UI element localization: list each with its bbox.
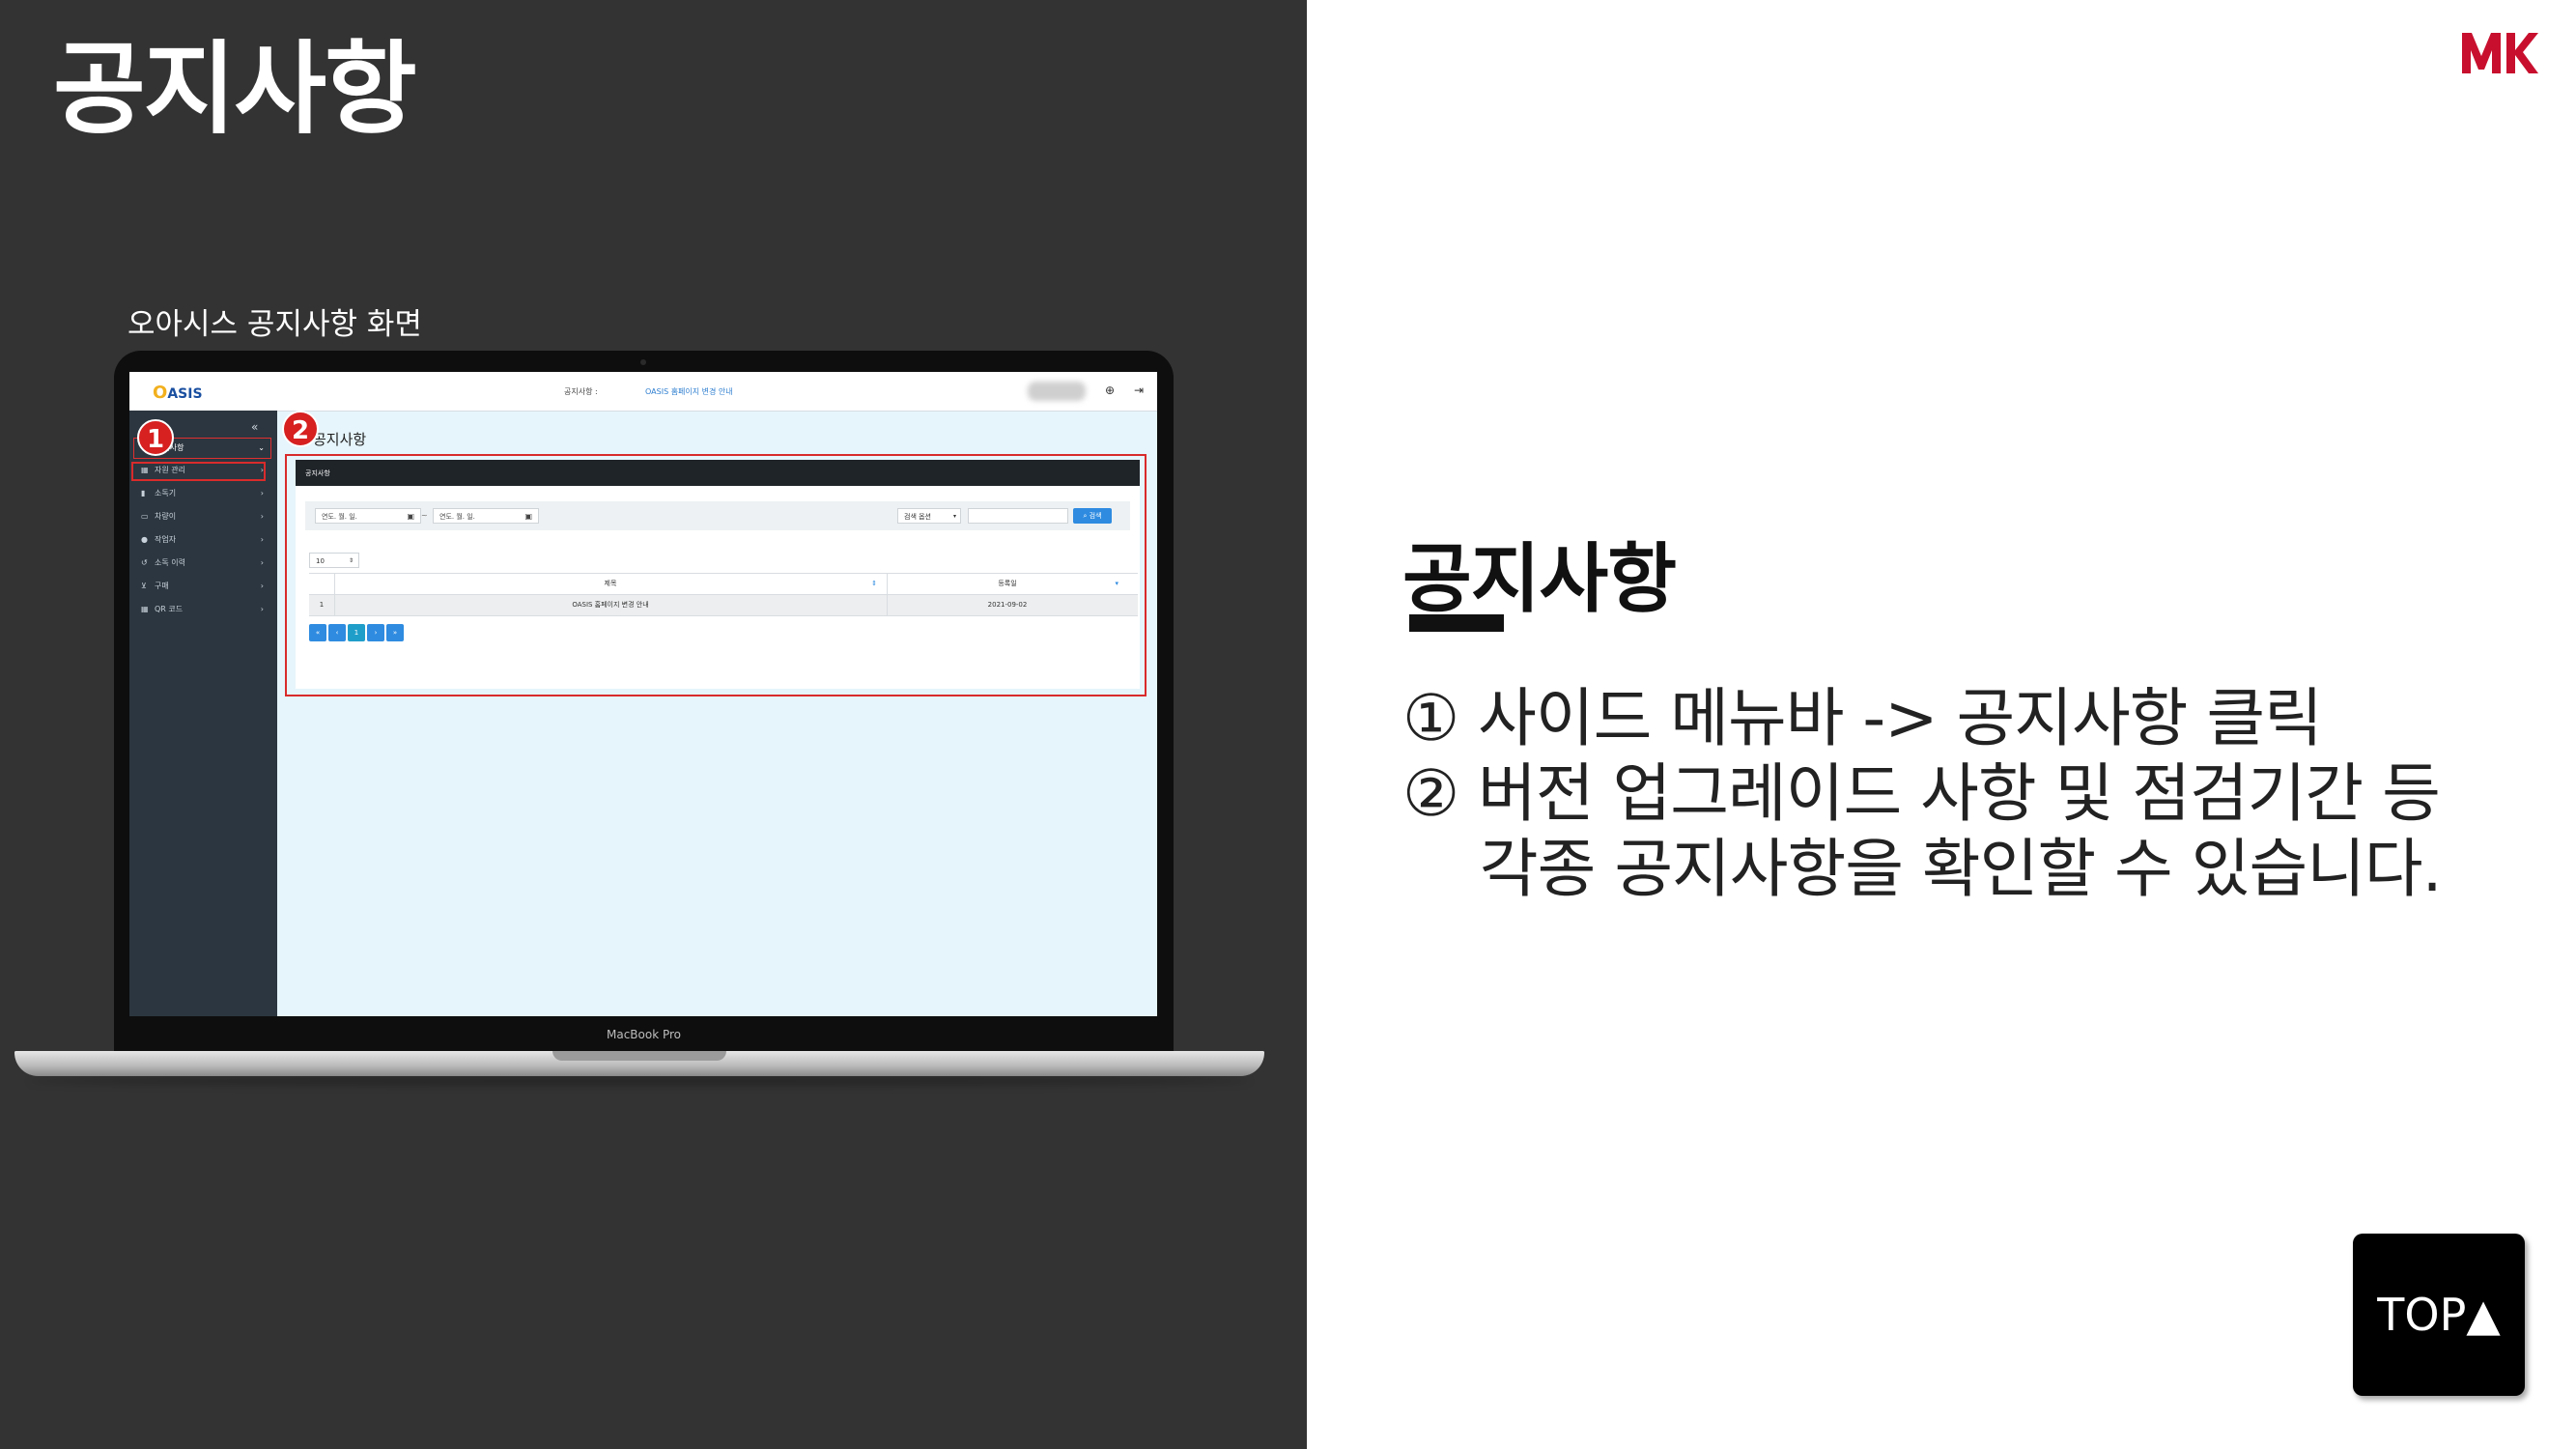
app-topbar: OASIS 공지사항 : OASIS 홈페이지 변경 안내 ⊕ ⇥ (129, 372, 1157, 412)
sidebar-item-purchase[interactable]: ⊻ 구매 › (133, 577, 269, 596)
content-title: 공지사항 (313, 431, 367, 448)
notice-ticker-label: 공지사항 : (564, 387, 598, 396)
section-underline (1409, 614, 1504, 632)
qr-icon: ▦ (141, 605, 149, 613)
globe-icon[interactable]: ⊕ (1105, 384, 1115, 397)
double-chevron-left-icon[interactable]: « (251, 420, 258, 434)
chevron-down-icon: ⌄ (258, 443, 265, 452)
highlight-box-content (285, 454, 1146, 696)
history-icon: ↺ (141, 558, 148, 567)
notice-ticker-link[interactable]: OASIS 홈페이지 변경 안내 (645, 386, 733, 397)
laptop-shadow (29, 1076, 1250, 1086)
laptop-camera (640, 359, 646, 365)
chevron-right-icon: › (260, 535, 264, 544)
left-panel: 공지사항 오아시스 공지사항 화면 MacBook Pro OASIS 공지사항… (0, 0, 1307, 1449)
sidebar: « ◀)공지사항⌄ ▦자원 관리› ▮소독기› ▭차량이› ●작업자› ↺소독 … (129, 411, 277, 1016)
step-badge-2: 2 (282, 411, 319, 447)
laptop-notch (552, 1051, 726, 1061)
scroll-to-top-button[interactable]: TOP▲ (2353, 1234, 2525, 1396)
cylinder-icon: ▮ (141, 489, 146, 497)
car-icon: ▭ (141, 512, 149, 521)
chevron-right-icon: › (260, 512, 264, 521)
chevron-right-icon: › (260, 489, 264, 497)
oasis-logo[interactable]: OASIS (153, 383, 203, 403)
sidebar-item-history[interactable]: ↺ 소독 이력 › (133, 554, 269, 573)
screen-caption: 오아시스 공지사항 화면 (127, 307, 422, 342)
page-title: 공지사항 (53, 30, 417, 148)
mk-logo (2462, 33, 2538, 73)
sidebar-item-qr[interactable]: ▦ QR 코드 › (133, 600, 269, 619)
step-badge-1: 1 (137, 419, 174, 456)
sidebar-item-vehicle[interactable]: ▭ 차량이 › (133, 507, 269, 526)
chevron-right-icon: › (260, 605, 264, 613)
sidebar-item-worker[interactable]: ● 작업자 › (133, 530, 269, 550)
chevron-right-icon: › (260, 582, 264, 590)
laptop-label: MacBook Pro (606, 1028, 682, 1041)
user-profile[interactable] (1028, 382, 1086, 401)
description-line-3: 각종 공지사항을 확인할 수 있습니다. (1402, 832, 2443, 906)
section-title: 공지사항 (1402, 536, 1677, 623)
chevron-right-icon: › (260, 558, 264, 567)
highlight-box-sidebar (131, 462, 266, 481)
app-screenshot: OASIS 공지사항 : OASIS 홈페이지 변경 안내 ⊕ ⇥ « ◀)공지… (129, 372, 1157, 1016)
logout-icon[interactable]: ⇥ (1134, 384, 1144, 397)
cart-icon: ⊻ (141, 582, 147, 590)
sidebar-item-disinfector[interactable]: ▮ 소독기 › (133, 484, 269, 503)
user-icon: ● (141, 535, 148, 544)
